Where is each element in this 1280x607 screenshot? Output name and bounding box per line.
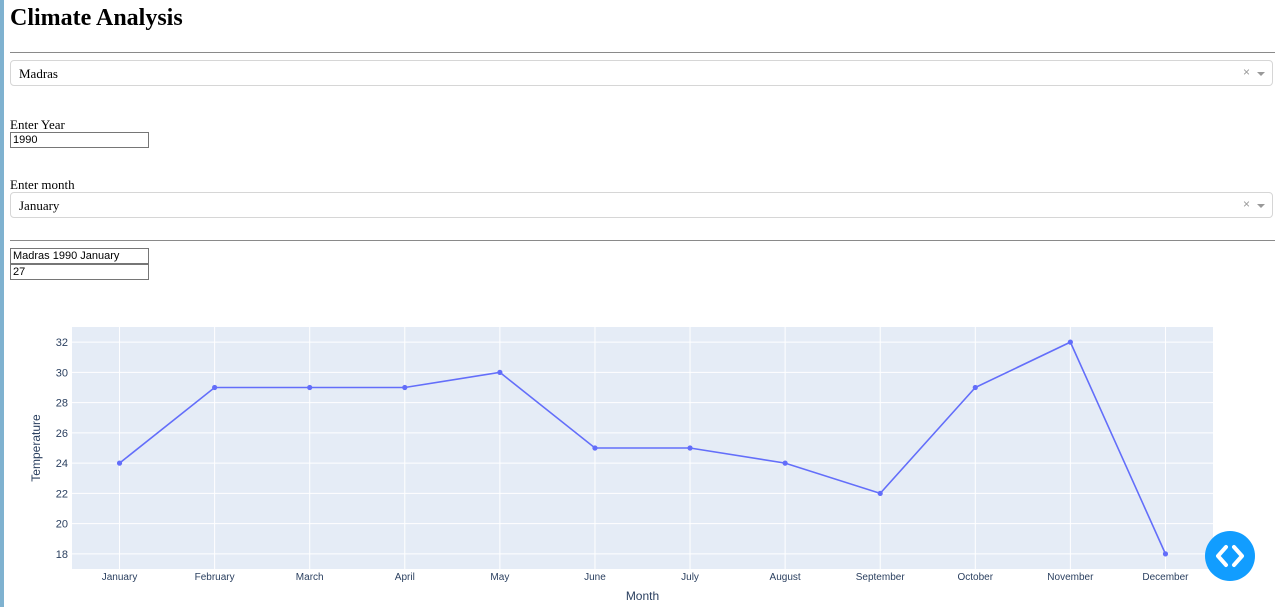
x-tick-label: November (1047, 572, 1094, 583)
year-label: Enter Year (10, 117, 65, 132)
code-icon (1216, 545, 1244, 567)
city-dropdown-value: Madras (19, 66, 58, 81)
data-point (592, 445, 598, 451)
data-point (972, 384, 978, 391)
x-tick-label: April (395, 572, 415, 583)
city-dropdown[interactable]: Madras × (10, 60, 1273, 86)
data-point (116, 460, 123, 466)
y-tick-label: 32 (56, 337, 68, 349)
x-tick-label: February (195, 572, 235, 583)
y-axis-label: Temperature (29, 414, 43, 482)
data-point (402, 384, 408, 391)
result-temperature-output: 27 (10, 264, 149, 280)
x-tick-label: June (584, 572, 606, 583)
month-chevron-down-icon[interactable] (1257, 204, 1265, 208)
data-point (877, 490, 883, 496)
data-point (1162, 551, 1169, 557)
data-point (212, 384, 218, 391)
page-title: Climate Analysis (10, 5, 183, 31)
month-clear-icon[interactable]: × (1243, 197, 1250, 211)
y-tick-label: 28 (56, 398, 68, 410)
x-tick-label: December (1142, 572, 1189, 583)
x-tick-label: January (102, 572, 138, 583)
city-clear-icon[interactable]: × (1243, 65, 1250, 79)
divider (10, 52, 1275, 53)
divider (10, 240, 1275, 241)
x-tick-label: July (681, 572, 699, 583)
y-tick-label: 20 (56, 519, 68, 531)
temperature-line-chart: 18 20 22 24 26 28 30 32 January February March Apri… (29, 327, 1213, 603)
month-dropdown[interactable]: January × (10, 192, 1273, 218)
y-tick-label: 24 (56, 458, 68, 470)
data-point (307, 384, 313, 391)
data-point (1067, 339, 1073, 345)
x-tick-label: May (490, 572, 509, 583)
data-point (782, 460, 788, 466)
data-point (687, 445, 693, 451)
y-tick-label: 22 (56, 488, 68, 500)
year-input[interactable]: 1990 (10, 132, 149, 148)
x-tick-label: August (770, 572, 801, 583)
data-point (497, 369, 503, 375)
y-tick-label: 30 (56, 367, 68, 379)
result-location-output: Madras 1990 January (10, 248, 149, 264)
city-chevron-down-icon[interactable] (1257, 72, 1265, 76)
month-label: Enter month (10, 177, 75, 192)
x-tick-label: September (856, 572, 906, 583)
x-tick-label: March (296, 572, 324, 583)
y-tick-label: 18 (56, 549, 68, 561)
y-tick-label: 26 (56, 428, 68, 440)
x-tick-label: October (958, 572, 994, 583)
dev-tools-button[interactable] (1205, 531, 1255, 581)
month-dropdown-value: January (19, 198, 60, 213)
x-axis-label: Month (626, 589, 659, 603)
